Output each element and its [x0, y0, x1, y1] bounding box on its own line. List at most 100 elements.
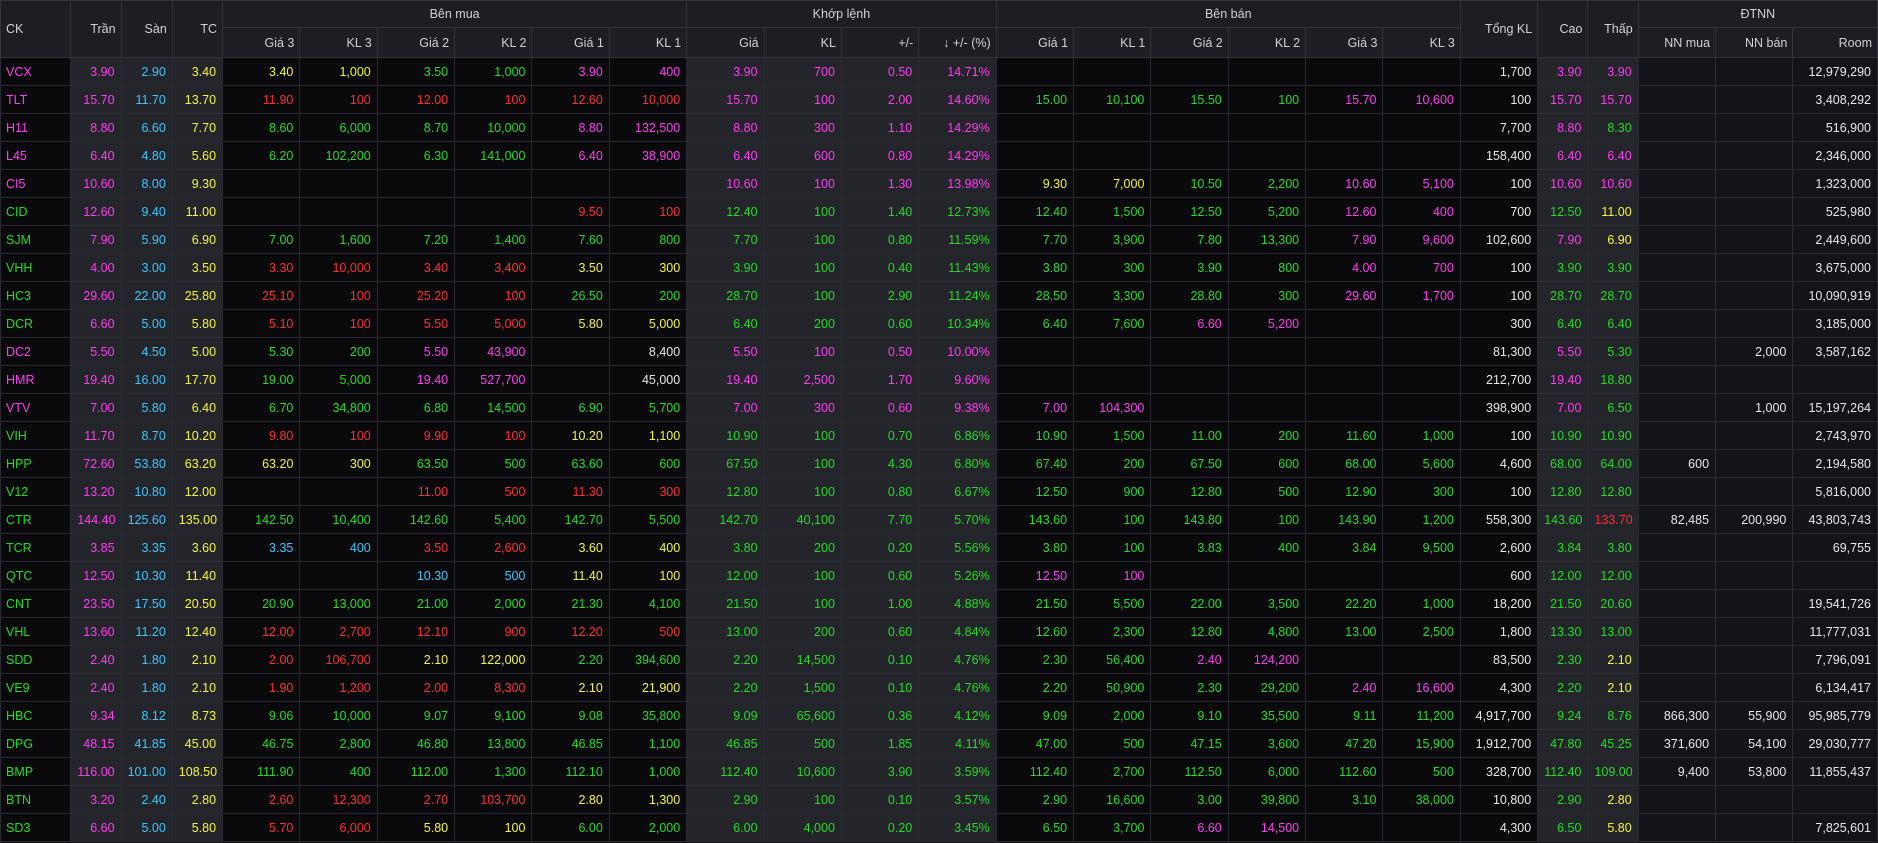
cell-bg3: 19.00 — [222, 365, 301, 394]
table-row[interactable]: TCR 3.85 3.35 3.60 3.35 400 3.50 2,600 3.60 400 3.… — [0, 533, 1878, 562]
cell-ck[interactable]: DPG — [0, 729, 72, 758]
header-thap[interactable]: Thấp — [1587, 0, 1639, 58]
cell-ck[interactable]: VCX — [0, 57, 72, 86]
cell-ck[interactable]: HC3 — [0, 281, 72, 310]
cell-thap: 2.10 — [1587, 645, 1639, 674]
header-sell-kl3[interactable]: KL 3 — [1382, 27, 1461, 58]
cell-san: 9.40 — [120, 197, 173, 226]
table-row[interactable]: DPG 48.15 41.85 45.00 46.75 2,800 46.80 13,800 4… — [0, 729, 1878, 758]
header-cao[interactable]: Cao — [1537, 0, 1589, 58]
cell-ck[interactable]: VE9 — [0, 673, 72, 702]
table-row[interactable]: DC2 5.50 4.50 5.00 5.30 200 5.50 43,900 8,400 5.5… — [0, 337, 1878, 366]
header-san[interactable]: Sàn — [120, 0, 173, 58]
header-room[interactable]: Room — [1792, 27, 1878, 58]
header-nn-mua[interactable]: NN mua — [1637, 27, 1717, 58]
table-row[interactable]: CID 12.60 9.40 11.00 9.50 100 12.40 100 1.40 12.7… — [0, 197, 1878, 226]
header-ck[interactable]: CK — [0, 0, 72, 58]
cell-ck[interactable]: L45 — [0, 141, 72, 170]
header-match-gia[interactable]: Giá — [686, 27, 765, 58]
table-row[interactable]: CI5 10.60 8.00 9.30 10.60 100 1.30 13.98% 9.30 7,… — [0, 169, 1878, 198]
cell-ck[interactable]: TCR — [0, 533, 72, 562]
cell-sk1: 1,500 — [1073, 421, 1152, 450]
table-row[interactable]: VHH 4.00 3.00 3.50 3.30 10,000 3.40 3,400 3.50 30… — [0, 253, 1878, 282]
cell-ck[interactable]: BMP — [0, 757, 72, 786]
header-buy-gia3[interactable]: Giá 3 — [222, 27, 301, 58]
header-tong-kl[interactable]: Tổng KL — [1459, 0, 1539, 58]
table-row[interactable]: SD3 6.60 5.00 5.80 5.70 6,000 5.80 100 6.00 2,000… — [0, 813, 1878, 842]
table-row[interactable]: BTN 3.20 2.40 2.80 2.60 12,300 2.70 103,700 2.80… — [0, 785, 1878, 814]
header-tran[interactable]: Trần — [70, 0, 122, 58]
table-row[interactable]: SJM 7.90 5.90 6.90 7.00 1,600 7.20 1,400 7.60 800… — [0, 225, 1878, 254]
cell-ck[interactable]: H11 — [0, 113, 72, 142]
table-row[interactable]: CNT 23.50 17.50 20.50 20.90 13,000 21.00 2,000 2… — [0, 589, 1878, 618]
header-buy-kl3[interactable]: KL 3 — [299, 27, 378, 58]
table-row[interactable]: V12 13.20 10.80 12.00 11.00 500 11.30 300 12.80 1… — [0, 477, 1878, 506]
cell-ck[interactable]: HMR — [0, 365, 72, 394]
cell-bk3: 400 — [299, 757, 378, 786]
cell-ck[interactable]: DCR — [0, 309, 72, 338]
cell-tot: 158,400 — [1459, 141, 1539, 170]
table-row[interactable]: HPP 72.60 53.80 63.20 63.20 300 63.50 500 63.60 6… — [0, 449, 1878, 478]
cell-sg2: 22.00 — [1150, 589, 1229, 618]
header-buy-kl1[interactable]: KL 1 — [608, 27, 688, 58]
header-buy-kl2[interactable]: KL 2 — [454, 27, 533, 58]
cell-ck[interactable]: SJM — [0, 225, 72, 254]
table-row[interactable]: QTC 12.50 10.30 11.40 10.30 500 11.40 100 12.00 1… — [0, 561, 1878, 590]
header-sell-gia1[interactable]: Giá 1 — [995, 27, 1075, 58]
header-tc[interactable]: TC — [171, 0, 224, 58]
table-row[interactable]: L45 6.40 4.80 5.60 6.20 102,200 6.30 141,000 6.4… — [0, 141, 1878, 170]
header-buy-gia2[interactable]: Giá 2 — [376, 27, 456, 58]
cell-nnm — [1637, 225, 1717, 254]
header-buy-gia1[interactable]: Giá 1 — [531, 27, 610, 58]
table-row[interactable]: TLT 15.70 11.70 13.70 11.90 100 12.00 100 12.60 1… — [0, 85, 1878, 114]
cell-nnb — [1715, 561, 1794, 590]
header-sell-gia2[interactable]: Giá 2 — [1150, 27, 1229, 58]
cell-ck[interactable]: VHL — [0, 617, 72, 646]
cell-sg3: 4.00 — [1305, 253, 1384, 282]
cell-ck[interactable]: VTV — [0, 393, 72, 422]
cell-ck[interactable]: SDD — [0, 645, 72, 674]
cell-ck[interactable]: CI5 — [0, 169, 72, 198]
header-sell-gia3[interactable]: Giá 3 — [1305, 27, 1384, 58]
cell-cao: 3.90 — [1537, 57, 1589, 86]
table-row[interactable]: SDD 2.40 1.80 2.10 2.00 106,700 2.10 122,000 2.2… — [0, 645, 1878, 674]
cell-room: 3,408,292 — [1792, 85, 1878, 114]
cell-ck[interactable]: SD3 — [0, 813, 72, 842]
table-row[interactable]: CTR 144.40 125.60 135.00 142.50 10,400 142.60 5… — [0, 505, 1878, 534]
cell-kl: 100 — [763, 253, 842, 282]
cell-ck[interactable]: CID — [0, 197, 72, 226]
cell-tran: 13.60 — [70, 617, 122, 646]
table-row[interactable]: H11 8.80 6.60 7.70 8.60 6,000 8.70 10,000 8.80 13… — [0, 113, 1878, 142]
table-row[interactable]: VTV 7.00 5.80 6.40 6.70 34,800 6.80 14,500 6.90 5… — [0, 393, 1878, 422]
table-row[interactable]: HC3 29.60 22.00 25.80 25.10 100 25.20 100 26.50 2… — [0, 281, 1878, 310]
table-row[interactable]: DCR 6.60 5.00 5.80 5.10 100 5.50 5,000 5.80 5,000… — [0, 309, 1878, 338]
cell-ck[interactable]: CNT — [0, 589, 72, 618]
cell-ck[interactable]: BTN — [0, 785, 72, 814]
table-row[interactable]: VHL 13.60 11.20 12.40 12.00 2,700 12.10 900 12.2… — [0, 617, 1878, 646]
header-sell-kl2[interactable]: KL 2 — [1227, 27, 1307, 58]
cell-ck[interactable]: CTR — [0, 505, 72, 534]
cell-ck[interactable]: DC2 — [0, 337, 72, 366]
cell-ck[interactable]: TLT — [0, 85, 72, 114]
cell-ck[interactable]: QTC — [0, 561, 72, 590]
cell-bk1: 500 — [608, 617, 688, 646]
cell-ck[interactable]: V12 — [0, 477, 72, 506]
cell-bg3 — [222, 197, 301, 226]
cell-ck[interactable]: HPP — [0, 449, 72, 478]
header-nn-ban[interactable]: NN bán — [1715, 27, 1794, 58]
cell-chg: 2.00 — [840, 85, 920, 114]
table-row[interactable]: BMP 116.00 101.00 108.50 111.90 400 112.00 1,30… — [0, 757, 1878, 786]
header-sell-kl1[interactable]: KL 1 — [1073, 27, 1152, 58]
header-match-kl[interactable]: KL — [763, 27, 842, 58]
cell-ck[interactable]: HBC — [0, 701, 72, 730]
table-row[interactable]: HBC 9.34 8.12 8.73 9.06 10,000 9.07 9,100 9.08 35… — [0, 701, 1878, 730]
table-row[interactable]: VE9 2.40 1.80 2.10 1.90 1,200 2.00 8,300 2.10 21,… — [0, 673, 1878, 702]
table-row[interactable]: HMR 19.40 16.00 17.70 19.00 5,000 19.40 527,700… — [0, 365, 1878, 394]
cell-ck[interactable]: VIH — [0, 421, 72, 450]
table-row[interactable]: VIH 11.70 8.70 10.20 9.80 100 9.90 100 10.20 1,10… — [0, 421, 1878, 450]
cell-ck[interactable]: VHH — [0, 253, 72, 282]
cell-sg1: 28.50 — [995, 281, 1075, 310]
header-match-change[interactable]: +/- — [840, 27, 920, 58]
header-match-pct[interactable]: ↓ +/- (%) — [918, 27, 997, 58]
table-row[interactable]: VCX 3.90 2.90 3.40 3.40 1,000 3.50 1,000 3.90 400… — [0, 57, 1878, 86]
